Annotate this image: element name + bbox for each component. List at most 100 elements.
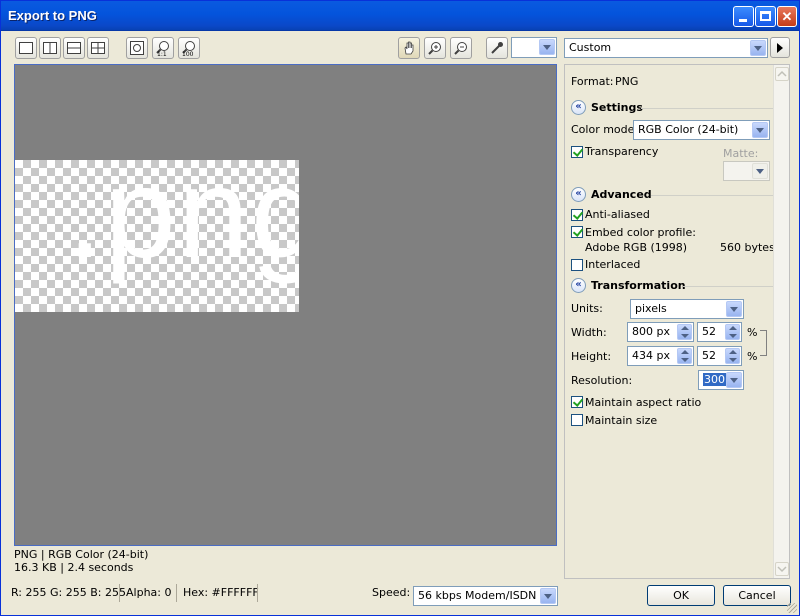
zoom-actual-button[interactable]: 1:1 bbox=[152, 37, 174, 59]
link-bracket-icon[interactable] bbox=[760, 330, 767, 356]
color-mode-value: RGB Color (24-bit) bbox=[638, 123, 739, 136]
single-view-icon bbox=[19, 42, 33, 54]
zoom-100-button[interactable]: 100 bbox=[178, 37, 200, 59]
cancel-button[interactable]: Cancel bbox=[723, 585, 791, 606]
chevron-down-icon bbox=[539, 39, 555, 55]
advanced-section-header[interactable]: « Advanced bbox=[571, 187, 787, 203]
height-percent-input[interactable]: 52 bbox=[697, 346, 742, 366]
resize-grip-icon[interactable] bbox=[787, 603, 797, 613]
export-dialog: Export to PNG ✕ 1:1 100 Custom .png PNG … bbox=[0, 0, 800, 616]
width-percent-input[interactable]: 52 bbox=[697, 322, 742, 342]
height-percent-value: 52 bbox=[702, 349, 716, 362]
divider bbox=[257, 584, 258, 602]
advanced-title: Advanced bbox=[591, 188, 652, 201]
units-label: Units: bbox=[571, 302, 603, 315]
embed-profile-checkbox[interactable] bbox=[571, 226, 583, 238]
collapse-icon: « bbox=[571, 187, 586, 202]
anti-aliased-checkbox[interactable] bbox=[571, 209, 583, 221]
ok-button[interactable]: OK bbox=[647, 585, 715, 606]
quad-view-icon bbox=[91, 42, 105, 54]
panel-scrollbar[interactable] bbox=[773, 65, 789, 578]
settings-panel: Format: PNG « Settings Color mode: RGB C… bbox=[564, 64, 790, 579]
transparency-checkbox[interactable] bbox=[571, 146, 583, 158]
maximize-button[interactable] bbox=[755, 6, 776, 27]
height-percent-symbol: % bbox=[747, 350, 758, 363]
chevron-down-icon bbox=[540, 588, 556, 604]
chevron-down-icon bbox=[726, 372, 742, 388]
zoom-in-button[interactable] bbox=[424, 37, 446, 59]
preset-select[interactable]: Custom bbox=[564, 38, 768, 58]
profile-size: 560 bytes bbox=[720, 241, 775, 254]
hex-readout: Hex: #FFFFFF bbox=[183, 586, 259, 599]
spinner-icon[interactable] bbox=[677, 348, 692, 364]
settings-section-header[interactable]: « Settings bbox=[571, 100, 787, 116]
maintain-size-checkbox[interactable] bbox=[571, 414, 583, 426]
eyedropper-button[interactable] bbox=[486, 37, 508, 59]
maximize-icon bbox=[760, 11, 771, 21]
scroll-down-icon[interactable] bbox=[775, 562, 789, 576]
width-input[interactable]: 800 px bbox=[627, 322, 694, 342]
maintain-aspect-label: Maintain aspect ratio bbox=[585, 396, 702, 409]
maintain-aspect-checkbox[interactable] bbox=[571, 396, 583, 408]
quad-view-button[interactable] bbox=[87, 37, 109, 59]
pan-tool-button[interactable] bbox=[398, 37, 420, 59]
color-mode-select[interactable]: RGB Color (24-bit) bbox=[633, 120, 770, 140]
eyedropper-icon bbox=[491, 42, 503, 54]
play-right-icon bbox=[777, 42, 783, 53]
split-horizontal-button[interactable] bbox=[63, 37, 85, 59]
transparency-label: Transparency bbox=[585, 145, 659, 158]
resolution-select[interactable]: 300 bbox=[698, 370, 744, 390]
svg-text:100: 100 bbox=[182, 51, 194, 56]
interlaced-checkbox[interactable] bbox=[571, 259, 583, 271]
chevron-down-icon bbox=[752, 163, 768, 179]
minimize-icon bbox=[739, 19, 747, 22]
svg-text:1:1: 1:1 bbox=[157, 51, 167, 56]
speed-value: 56 kbps Modem/ISDN bbox=[418, 589, 537, 602]
split-horizontal-icon bbox=[67, 42, 81, 54]
interlaced-label: Interlaced bbox=[585, 258, 641, 271]
zoom-fit-button[interactable] bbox=[126, 37, 148, 59]
zoom-out-icon bbox=[454, 42, 467, 55]
units-select[interactable]: pixels bbox=[630, 299, 744, 319]
preset-select-value: Custom bbox=[569, 41, 612, 54]
single-view-button[interactable] bbox=[15, 37, 37, 59]
width-percent-value: 52 bbox=[702, 325, 716, 338]
format-label: Format: bbox=[571, 75, 614, 88]
speed-select[interactable]: 56 kbps Modem/ISDN bbox=[413, 586, 558, 606]
scroll-up-icon[interactable] bbox=[775, 67, 789, 81]
width-percent-symbol: % bbox=[747, 326, 758, 339]
split-vertical-button[interactable] bbox=[39, 37, 61, 59]
spinner-icon[interactable] bbox=[677, 324, 692, 340]
spinner-icon[interactable] bbox=[725, 324, 740, 340]
matte-label: Matte: bbox=[723, 147, 759, 160]
mode-select[interactable] bbox=[511, 37, 557, 58]
size-info: 16.3 KB | 2.4 seconds bbox=[14, 561, 134, 574]
divider bbox=[119, 584, 120, 602]
width-label: Width: bbox=[571, 326, 607, 339]
divider bbox=[176, 584, 177, 602]
close-button[interactable]: ✕ bbox=[777, 6, 797, 27]
preview-image-text: .png bbox=[67, 160, 299, 285]
zoom-out-button[interactable] bbox=[450, 37, 472, 59]
height-label: Height: bbox=[571, 350, 612, 363]
split-vertical-icon bbox=[43, 42, 57, 54]
spinner-icon[interactable] bbox=[725, 348, 740, 364]
matte-color-select[interactable] bbox=[723, 161, 770, 181]
speed-label: Speed: bbox=[372, 586, 411, 599]
close-icon: ✕ bbox=[781, 9, 793, 24]
minimize-button[interactable] bbox=[733, 6, 754, 27]
divider bbox=[641, 108, 787, 109]
settings-title: Settings bbox=[591, 101, 643, 114]
transformation-section-header[interactable]: « Transformation bbox=[571, 278, 787, 294]
zoom-actual-icon: 1:1 bbox=[156, 41, 169, 56]
format-info: PNG | RGB Color (24-bit) bbox=[14, 548, 149, 561]
anti-aliased-label: Anti-aliased bbox=[585, 208, 650, 221]
preview-canvas[interactable]: .png bbox=[14, 64, 557, 546]
chevron-down-icon bbox=[752, 122, 768, 138]
height-input[interactable]: 434 px bbox=[627, 346, 694, 366]
preset-menu-button[interactable] bbox=[770, 37, 790, 58]
chevron-down-icon bbox=[726, 301, 742, 317]
alpha-readout: Alpha: 0 bbox=[126, 586, 172, 599]
resolution-value: 300 bbox=[703, 373, 726, 386]
collapse-icon: « bbox=[571, 278, 586, 293]
